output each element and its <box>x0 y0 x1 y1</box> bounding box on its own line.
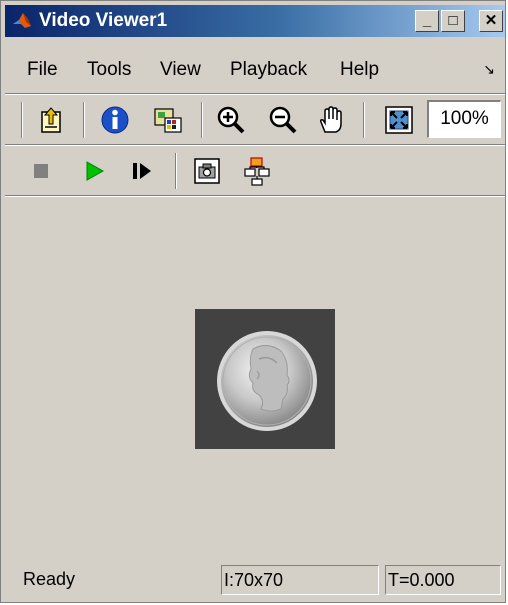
info-icon[interactable] <box>99 104 131 136</box>
pan-hand-icon[interactable] <box>315 104 347 136</box>
toolbar-separator <box>21 102 23 138</box>
colormap-icon[interactable] <box>151 104 183 136</box>
menu-view[interactable]: View <box>160 59 201 81</box>
toolbar-playback <box>5 147 505 195</box>
fit-to-window-icon[interactable] <box>383 104 415 136</box>
menu-bar: File Tools View Playback Help ↘ <box>5 51 505 91</box>
status-text: Ready <box>23 569 76 589</box>
zoom-out-icon[interactable] <box>267 104 299 136</box>
toolbar-separator <box>175 153 177 189</box>
divider <box>5 93 505 95</box>
toolbar-separator <box>363 102 365 138</box>
menu-playback[interactable]: Playback <box>230 59 307 81</box>
open-file-icon[interactable] <box>35 104 67 136</box>
status-bar: Ready I:70x70 T=0.000 <box>5 563 505 599</box>
stop-icon[interactable] <box>25 155 57 187</box>
matlab-logo-icon <box>13 13 31 28</box>
maximize-button[interactable]: □ <box>441 10 465 32</box>
zoom-level-field[interactable]: 100% <box>427 100 501 138</box>
zoom-in-icon[interactable] <box>215 104 247 136</box>
title-bar[interactable]: Video Viewer1 _ □ ✕ <box>5 5 505 37</box>
menu-tools[interactable]: Tools <box>87 59 131 81</box>
coin-image <box>217 331 317 431</box>
play-icon[interactable] <box>77 155 109 187</box>
step-forward-icon[interactable] <box>125 155 157 187</box>
minimize-button[interactable]: _ <box>415 10 439 32</box>
toolbar-separator <box>201 102 203 138</box>
highlight-simulink-block-icon[interactable] <box>241 155 273 187</box>
time-field: T=0.000 <box>385 565 501 595</box>
video-viewer-window: Video Viewer1 _ □ ✕ File Tools View Play… <box>0 0 506 603</box>
image-size-field: I:70x70 <box>221 565 379 595</box>
video-display-area <box>5 197 505 557</box>
video-frame <box>195 309 335 449</box>
window-title: Video Viewer1 <box>39 10 168 31</box>
menu-file[interactable]: File <box>27 59 58 81</box>
toolbar-separator <box>83 102 85 138</box>
snapshot-icon[interactable] <box>191 155 223 187</box>
divider <box>5 144 505 146</box>
close-button[interactable]: ✕ <box>479 10 503 32</box>
menu-help[interactable]: Help <box>340 59 379 81</box>
toolbar-view: 100% <box>5 96 505 144</box>
menu-overflow-arrow-icon[interactable]: ↘ <box>483 61 495 78</box>
